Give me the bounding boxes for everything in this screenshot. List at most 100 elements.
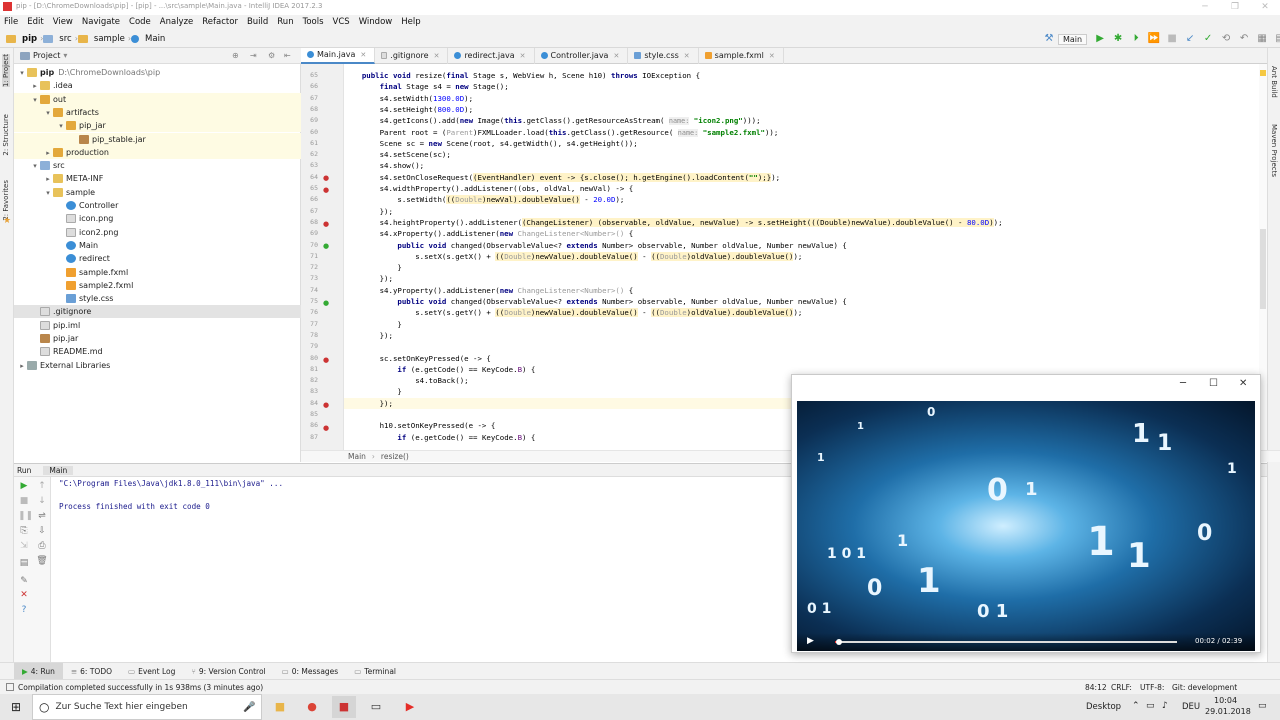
close-icon[interactable]: ✕: [769, 48, 775, 64]
build-hammer-icon[interactable]: ⚒: [1041, 32, 1057, 46]
pause-icon[interactable]: ❚❚: [18, 510, 33, 522]
tree-item[interactable]: ▸ External Libraries: [14, 359, 301, 372]
seek-bar[interactable]: [835, 639, 1177, 645]
breakpoint-marker-icon[interactable]: ●: [323, 220, 329, 228]
close-icon[interactable]: ✕: [434, 48, 440, 64]
exit-icon[interactable]: ⇲: [18, 540, 30, 552]
breakpoint-marker-icon[interactable]: ●: [323, 186, 329, 194]
tree-item[interactable]: Main: [14, 239, 301, 252]
close-button[interactable]: ✕: [1250, 0, 1280, 15]
tree-item[interactable]: README.md: [14, 345, 301, 358]
tree-item[interactable]: sample.fxml: [14, 266, 301, 279]
tab-sample-fxml[interactable]: sample.fxml ✕: [699, 47, 784, 64]
tool-run[interactable]: ▶ 4: Run: [14, 662, 63, 680]
breakpoint-marker-icon[interactable]: ●: [323, 174, 329, 182]
menu-help[interactable]: Help: [397, 15, 425, 30]
tool-event-log[interactable]: ▭ Event Log: [120, 663, 183, 680]
close-icon[interactable]: ✕: [684, 48, 690, 64]
taskbar-search[interactable]: ○ Zur Suche Text hier eingeben 🎤: [32, 694, 262, 720]
tree-item[interactable]: pip.iml: [14, 319, 301, 332]
hide-panel-icon[interactable]: ⇤: [284, 51, 291, 60]
menu-window[interactable]: Window: [355, 15, 398, 30]
scroll-to-end-icon[interactable]: ⇩: [36, 525, 48, 537]
tree-item[interactable]: Controller: [14, 199, 301, 212]
volume-icon[interactable]: ♪: [1162, 701, 1168, 711]
run-icon[interactable]: ▶: [1092, 32, 1108, 46]
tree-item[interactable]: ▸ META-INF: [14, 172, 301, 185]
network-icon[interactable]: ▭: [1146, 701, 1155, 711]
tree-item[interactable]: ▾ pip D:\ChromeDownloads\pip: [14, 66, 301, 79]
microphone-icon[interactable]: 🎤: [243, 702, 255, 713]
gear-icon[interactable]: ⚙: [268, 51, 275, 60]
tab-main-java[interactable]: Main.java ✕: [301, 47, 376, 64]
tree-item[interactable]: .gitignore: [14, 305, 301, 319]
desktop-toolbar[interactable]: Desktop: [1086, 702, 1121, 712]
tree-item[interactable]: sample2.fxml: [14, 279, 301, 292]
tree-item[interactable]: ▸ production: [14, 145, 301, 159]
youtube-icon[interactable]: ▶: [398, 696, 422, 718]
override-marker-icon[interactable]: ●: [323, 299, 329, 307]
sync-icon[interactable]: ⊕: [232, 51, 239, 60]
tree-item[interactable]: ▾ out: [14, 92, 301, 107]
tree-item[interactable]: pip.jar: [14, 332, 301, 345]
menu-analyze[interactable]: Analyze: [156, 15, 199, 30]
breakpoint-marker-icon[interactable]: ●: [323, 356, 329, 364]
tree-item[interactable]: ▸ .idea: [14, 79, 301, 92]
stop-icon[interactable]: ■: [1164, 32, 1180, 46]
menu-view[interactable]: View: [49, 15, 78, 30]
breadcrumb-sample[interactable]: sample: [91, 30, 128, 48]
tree-item[interactable]: ▾ artifacts: [14, 105, 301, 119]
project-panel-title[interactable]: Project: [33, 51, 60, 60]
menu-vcs[interactable]: VCS: [329, 15, 355, 30]
line-separator[interactable]: CRLF:: [1111, 683, 1132, 692]
tab-gitignore[interactable]: .gitignore ✕: [375, 47, 449, 64]
clock-time[interactable]: 10:04: [1214, 696, 1237, 705]
tool-window-ant-build[interactable]: Ant Build: [1270, 66, 1278, 98]
breadcrumb-src[interactable]: src: [56, 30, 74, 48]
chevron-down-icon[interactable]: ▾: [43, 187, 53, 200]
coverage-icon[interactable]: ⏵: [1128, 32, 1144, 46]
menu-code[interactable]: Code: [125, 15, 156, 30]
tool-terminal[interactable]: ▭ Terminal: [346, 663, 404, 680]
language-indicator[interactable]: DEU: [1182, 702, 1200, 712]
tab-redirect-java[interactable]: redirect.java ✕: [448, 47, 535, 64]
profile-icon[interactable]: ⏩: [1146, 32, 1162, 46]
file-encoding[interactable]: UTF-8:: [1140, 683, 1164, 692]
debug-icon[interactable]: ✱: [1110, 32, 1126, 46]
layout-icon[interactable]: ▤: [18, 557, 30, 569]
breadcrumb-main[interactable]: Main: [142, 30, 168, 48]
minimize-button[interactable]: ─: [1180, 378, 1186, 389]
play-icon[interactable]: ▶: [807, 636, 814, 646]
override-marker-icon[interactable]: ●: [323, 242, 329, 250]
tree-item[interactable]: pip_stable.jar: [14, 132, 301, 146]
tree-item[interactable]: ▾ sample: [14, 186, 301, 199]
up-arrow-icon[interactable]: ↑: [36, 480, 48, 492]
close-icon[interactable]: ✕: [360, 47, 366, 63]
chevron-down-icon[interactable]: ▾: [30, 160, 40, 173]
dump-threads-icon[interactable]: ⎘: [18, 525, 30, 537]
menu-run[interactable]: Run: [273, 15, 298, 30]
chevron-right-icon[interactable]: ▸: [17, 360, 27, 373]
menu-tools[interactable]: Tools: [299, 15, 329, 30]
minimize-button[interactable]: ─: [1190, 0, 1220, 15]
breadcrumb-pip[interactable]: pip: [19, 30, 40, 48]
chevron-down-icon[interactable]: ▾: [30, 94, 40, 107]
chrome-icon[interactable]: ●: [300, 696, 324, 718]
tab-controller-java[interactable]: Controller.java ✕: [535, 47, 629, 64]
menu-build[interactable]: Build: [243, 15, 273, 30]
down-arrow-icon[interactable]: ↓: [36, 495, 48, 507]
status-toggle-icon[interactable]: [6, 683, 14, 691]
clock-date[interactable]: 29.01.2018: [1205, 707, 1251, 716]
git-branch[interactable]: Git: development: [1172, 683, 1237, 692]
chevron-down-icon[interactable]: ▾: [17, 67, 27, 80]
maximize-button[interactable]: ❐: [1220, 0, 1250, 15]
chevron-down-icon[interactable]: ▾: [56, 120, 66, 133]
windows-start-icon[interactable]: ⊞: [4, 696, 28, 718]
breadcrumb-class[interactable]: Main: [348, 452, 366, 461]
run-config-select[interactable]: Main: [1058, 33, 1088, 45]
trash-icon[interactable]: 🗑: [36, 555, 48, 567]
tool-window-project[interactable]: 1: Project: [2, 54, 10, 87]
vcs-update-icon[interactable]: ↙: [1182, 32, 1198, 46]
warning-marker-icon[interactable]: [1260, 70, 1266, 76]
vcs-commit-icon[interactable]: ✓: [1200, 32, 1216, 46]
